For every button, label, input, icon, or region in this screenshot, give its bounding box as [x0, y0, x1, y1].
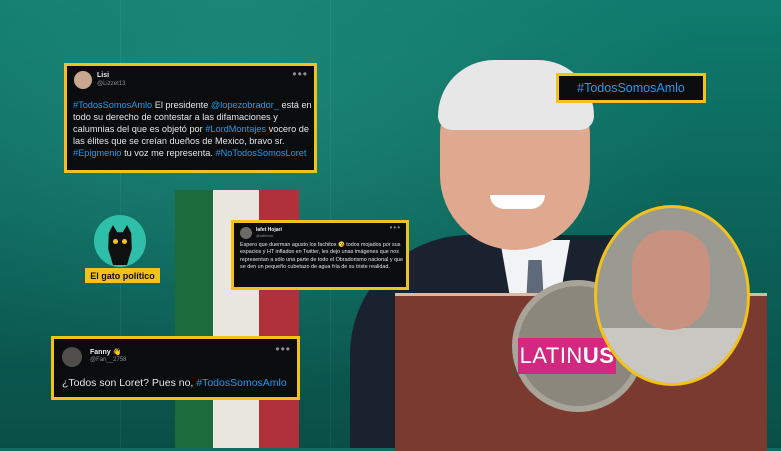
more-options-icon[interactable]: •••: [275, 342, 291, 356]
tweet-author-handle[interactable]: @Lizzet13: [97, 81, 125, 87]
tweet-card: Iafet Hojari @iafetoro ••• Espero que du…: [231, 220, 409, 290]
tweet-card: Fanny 👋 @Fan__2758 ••• ¿Todos son Loret?…: [51, 336, 300, 400]
tweet-text: ¿Todos son Loret? Pues no, #TodosSomosAm…: [62, 377, 287, 389]
hashtag-label: #TodosSomosAmlo: [556, 73, 706, 103]
cat-logo-icon: [94, 215, 146, 267]
hashtag-link[interactable]: #LordMontajes: [205, 124, 266, 134]
tweet-card: Lisi @Lizzet13 ••• #TodosSomosAmlo El pr…: [64, 63, 317, 173]
tweet-text: #TodosSomosAmlo El presidente @lopezobra…: [73, 100, 312, 158]
tweet-text: Espero que duerman agusto los fachitos 😘…: [240, 242, 404, 271]
mention-link[interactable]: @lopezobrador_: [211, 100, 279, 110]
tweet-author-handle[interactable]: @iafetoro: [256, 233, 273, 238]
avatar[interactable]: [240, 227, 252, 239]
more-options-icon[interactable]: •••: [390, 223, 401, 232]
avatar[interactable]: [62, 347, 82, 367]
circled-portrait: [594, 205, 750, 386]
tweet-author-name[interactable]: Fanny 👋: [90, 348, 121, 356]
hashtag-link[interactable]: #Epigmenio: [73, 148, 122, 158]
hashtag-link[interactable]: #TodosSomosAmlo: [73, 100, 152, 110]
tweet-author-name[interactable]: Lisi: [97, 72, 109, 79]
logo-label: El gato político: [85, 268, 160, 283]
avatar[interactable]: [74, 71, 92, 89]
hashtag-link[interactable]: #TodosSomosAmlo: [196, 377, 286, 389]
more-options-icon[interactable]: •••: [292, 67, 308, 81]
tweet-author-handle[interactable]: @Fan__2758: [90, 357, 126, 363]
hashtag-link[interactable]: #NoTodosSomosLoret: [216, 148, 307, 158]
